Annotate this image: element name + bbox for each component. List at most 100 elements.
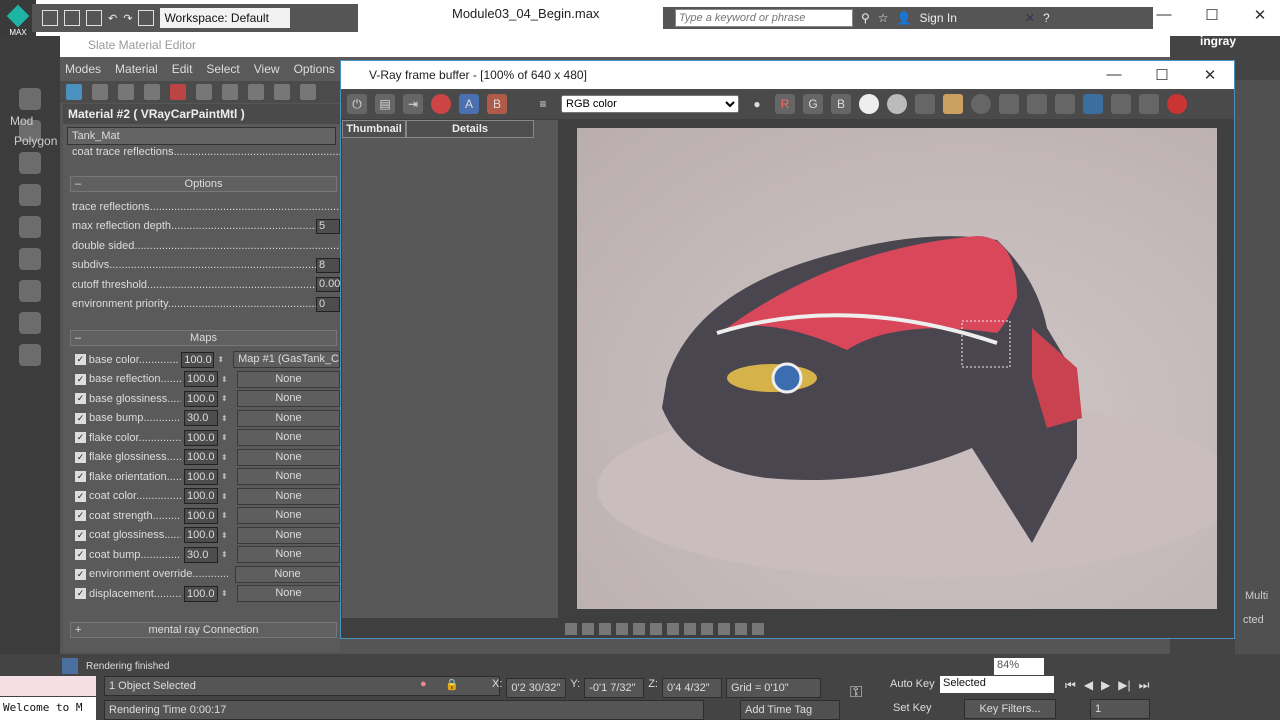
map-slot-button[interactable]: None — [237, 370, 340, 388]
ab-vertical-icon[interactable] — [1139, 94, 1159, 114]
map-amount[interactable]: 100.0 — [184, 488, 218, 505]
map-amount[interactable]: 100.0 — [184, 449, 218, 466]
zoom-dropdown[interactable]: 84% — [994, 658, 1044, 675]
delete-icon[interactable] — [170, 84, 186, 100]
close-button[interactable]: ✕ — [1236, 6, 1280, 24]
render-teapot-icon[interactable] — [1055, 94, 1075, 114]
spinner-icon[interactable]: ⬍ — [221, 453, 231, 462]
sun-icon[interactable] — [19, 344, 41, 366]
show-map-icon[interactable] — [248, 84, 264, 100]
map-enabled-checkbox[interactable]: ✓ — [75, 549, 86, 561]
map-slot-button[interactable]: None — [237, 390, 340, 408]
history-icon[interactable] — [752, 623, 764, 635]
render-icon[interactable] — [1195, 94, 1215, 114]
channel-select[interactable]: RGB color — [561, 95, 739, 113]
go-to-end-icon[interactable]: ⏭ — [1139, 678, 1150, 693]
maximize-button[interactable]: ☐ — [1188, 6, 1236, 24]
map-enabled-checkbox[interactable]: ✓ — [75, 529, 86, 541]
info-icon[interactable] — [599, 623, 611, 635]
alpha-icon[interactable] — [859, 94, 879, 114]
clear-history-icon[interactable] — [431, 94, 451, 114]
vfb-close-button[interactable]: ✕ — [1186, 66, 1234, 84]
map-enabled-checkbox[interactable]: ✓ — [75, 451, 86, 463]
modify-tab[interactable]: Mod — [10, 114, 60, 128]
stop-render-icon[interactable] — [1167, 94, 1187, 114]
map-enabled-checkbox[interactable]: ✓ — [75, 393, 86, 405]
help-icon[interactable]: ? — [1043, 11, 1050, 25]
map-enabled-checkbox[interactable]: ✓ — [75, 354, 86, 366]
options-rollout[interactable]: – Options — [70, 176, 337, 192]
map-amount[interactable]: 30.0 — [184, 546, 218, 563]
spinner-icon[interactable]: ⬍ — [221, 511, 231, 520]
red-channel-button[interactable]: R — [775, 94, 795, 114]
y-coord[interactable]: -0'1 7/32" — [584, 678, 645, 698]
menu-edit[interactable]: Edit — [172, 62, 193, 76]
vfb-minimize-button[interactable]: — — [1090, 66, 1138, 84]
menu-options[interactable]: Options — [294, 62, 335, 76]
lut-icon[interactable] — [667, 623, 679, 635]
menu-select[interactable]: Select — [206, 62, 239, 76]
folder-icon[interactable] — [943, 94, 963, 114]
option-value[interactable]: 0.00 — [316, 277, 340, 293]
map-enabled-checkbox[interactable]: ✓ — [75, 432, 86, 444]
mental-ray-rollout[interactable]: + mental ray Connection — [70, 621, 337, 638]
camera-icon[interactable] — [19, 248, 41, 270]
material-name-field[interactable]: Tank_Mat — [67, 127, 336, 145]
srgb-icon[interactable] — [701, 623, 713, 635]
auto-key-button[interactable]: Auto Key — [890, 678, 935, 690]
option-value[interactable]: 5 — [316, 218, 340, 234]
tab-thumbnail[interactable]: Thumbnail — [342, 120, 406, 138]
redo-icon[interactable]: ↷ — [123, 12, 132, 25]
background-icon[interactable] — [274, 84, 290, 100]
menu-modes[interactable]: Modes — [65, 62, 101, 76]
map-slot-button[interactable]: None — [237, 409, 340, 427]
spinner-icon[interactable]: ⬍ — [221, 550, 231, 559]
box-icon[interactable] — [19, 312, 41, 334]
map-amount[interactable]: 100.0 — [184, 527, 218, 544]
map-amount[interactable]: 100.0 — [184, 468, 218, 485]
maxscript-listener-pink[interactable] — [0, 676, 96, 696]
map-amount[interactable]: 30.0 — [184, 410, 218, 427]
go-to-start-icon[interactable]: ⏮ — [1065, 678, 1076, 693]
ocio-icon[interactable] — [684, 623, 696, 635]
spinner-icon[interactable]: ⬍ — [221, 414, 231, 423]
undo-icon[interactable]: ↶ — [108, 12, 117, 25]
lens-effects-icon[interactable] — [1083, 94, 1103, 114]
open-file-icon[interactable] — [64, 10, 80, 26]
grid-icon[interactable] — [19, 184, 41, 206]
polygon-tab[interactable]: Polygon — [14, 134, 60, 148]
map-enabled-checkbox[interactable]: ✓ — [75, 471, 86, 483]
option-value[interactable]: 8 — [316, 257, 340, 273]
list-icon[interactable] — [19, 152, 41, 174]
pixel-aspect-icon[interactable] — [718, 623, 730, 635]
curve-icon[interactable] — [633, 623, 645, 635]
option-value[interactable]: 0 — [316, 296, 340, 312]
spinner-icon[interactable]: ⬍ — [221, 394, 231, 403]
power-icon[interactable]: ⏻ — [347, 94, 367, 114]
map-enabled-checkbox[interactable]: ✓ — [75, 412, 86, 424]
spinner-icon[interactable]: ⬍ — [221, 472, 231, 481]
color-correction-icon[interactable] — [565, 623, 577, 635]
save-image-icon[interactable]: ▤ — [375, 94, 395, 114]
map-slot-button[interactable]: Map #1 (GasTank_C — [233, 351, 340, 369]
select-tool-icon[interactable] — [66, 84, 82, 100]
prev-frame-icon[interactable]: ◀ — [1084, 678, 1093, 693]
spinner-icon[interactable]: ⬍ — [221, 375, 231, 384]
map-slot-button[interactable]: None — [237, 487, 340, 505]
assign-material-icon[interactable] — [144, 84, 160, 100]
map-amount[interactable]: 100.0 — [184, 507, 218, 524]
map-enabled-checkbox[interactable]: ✓ — [75, 588, 86, 600]
key-mode-dropdown[interactable]: Selected — [940, 676, 1054, 693]
map-amount[interactable]: 100.0 — [184, 429, 218, 446]
layout-icon[interactable] — [300, 84, 316, 100]
menu-material[interactable]: Material — [115, 62, 158, 76]
spinner-icon[interactable]: ⬍ — [217, 355, 227, 364]
map-slot-button[interactable]: None — [237, 448, 340, 466]
move-children-icon[interactable] — [196, 84, 212, 100]
vfb-maximize-button[interactable]: ☐ — [1138, 66, 1186, 84]
search-input[interactable] — [675, 9, 853, 27]
star-icon[interactable]: ☆ — [878, 11, 889, 25]
maxscript-listener[interactable]: Welcome to M — [0, 697, 96, 720]
map-amount[interactable]: 100.0 — [184, 371, 218, 388]
map-amount[interactable]: 100.0 — [184, 585, 218, 602]
